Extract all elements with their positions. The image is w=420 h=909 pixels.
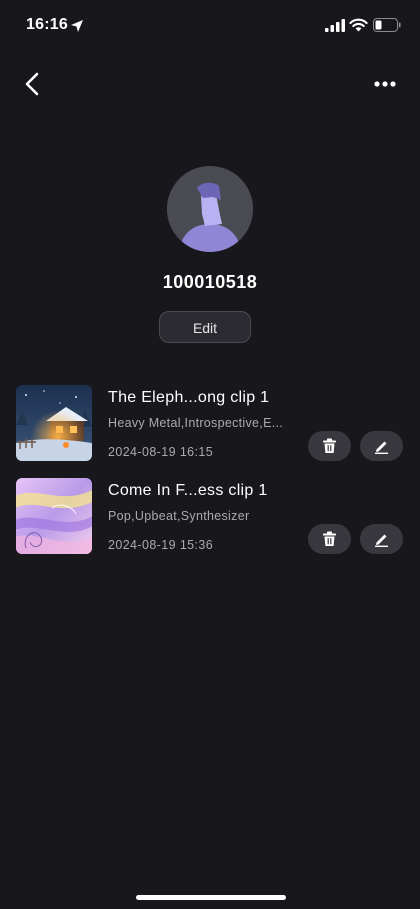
- avatar: [167, 166, 253, 252]
- track-title: The Eleph...ong clip 1: [108, 389, 270, 406]
- pencil-icon: [375, 441, 388, 454]
- delete-button[interactable]: [308, 431, 351, 461]
- abstract-pastel-artwork: [16, 478, 92, 554]
- location-arrow-icon: [71, 20, 83, 32]
- profile-screen: 16:16 100010518 Edit The Eleph...ong cli…: [0, 0, 420, 909]
- snow-cabin-artwork: [16, 385, 92, 461]
- more-options-button[interactable]: [368, 72, 402, 96]
- list-item[interactable]: Come In F...ess clip 1 Pop,Upbeat,Synthe…: [0, 477, 420, 557]
- track-date: 2024-08-19 16:15: [108, 445, 214, 459]
- edit-track-button[interactable]: [360, 431, 403, 461]
- back-button[interactable]: [18, 68, 50, 100]
- trash-icon: [323, 531, 336, 546]
- user-avatar-icon: [167, 166, 253, 252]
- delete-button[interactable]: [308, 524, 351, 554]
- list-item[interactable]: The Eleph...ong clip 1 Heavy Metal,Intro…: [0, 384, 420, 464]
- cellular-signal-icon: [325, 19, 345, 32]
- status-time: 16:16: [26, 16, 68, 33]
- pencil-icon: [375, 534, 388, 547]
- home-indicator[interactable]: [136, 895, 286, 900]
- track-tags: Heavy Metal,Introspective,E...: [108, 416, 284, 430]
- ellipsis-icon: [374, 81, 396, 87]
- edit-profile-button[interactable]: Edit: [159, 311, 251, 343]
- chevron-left-icon: [25, 72, 39, 96]
- track-cover-image: [16, 478, 92, 554]
- track-title: Come In F...ess clip 1: [108, 482, 268, 499]
- battery-icon: [373, 18, 401, 32]
- track-tags: Pop,Upbeat,Synthesizer: [108, 509, 250, 523]
- edit-track-button[interactable]: [360, 524, 403, 554]
- track-cover-image: [16, 385, 92, 461]
- wifi-icon: [349, 18, 368, 32]
- track-date: 2024-08-19 15:36: [108, 538, 214, 552]
- trash-icon: [323, 438, 336, 453]
- status-bar: 16:16: [0, 0, 420, 54]
- username: 100010518: [162, 272, 258, 292]
